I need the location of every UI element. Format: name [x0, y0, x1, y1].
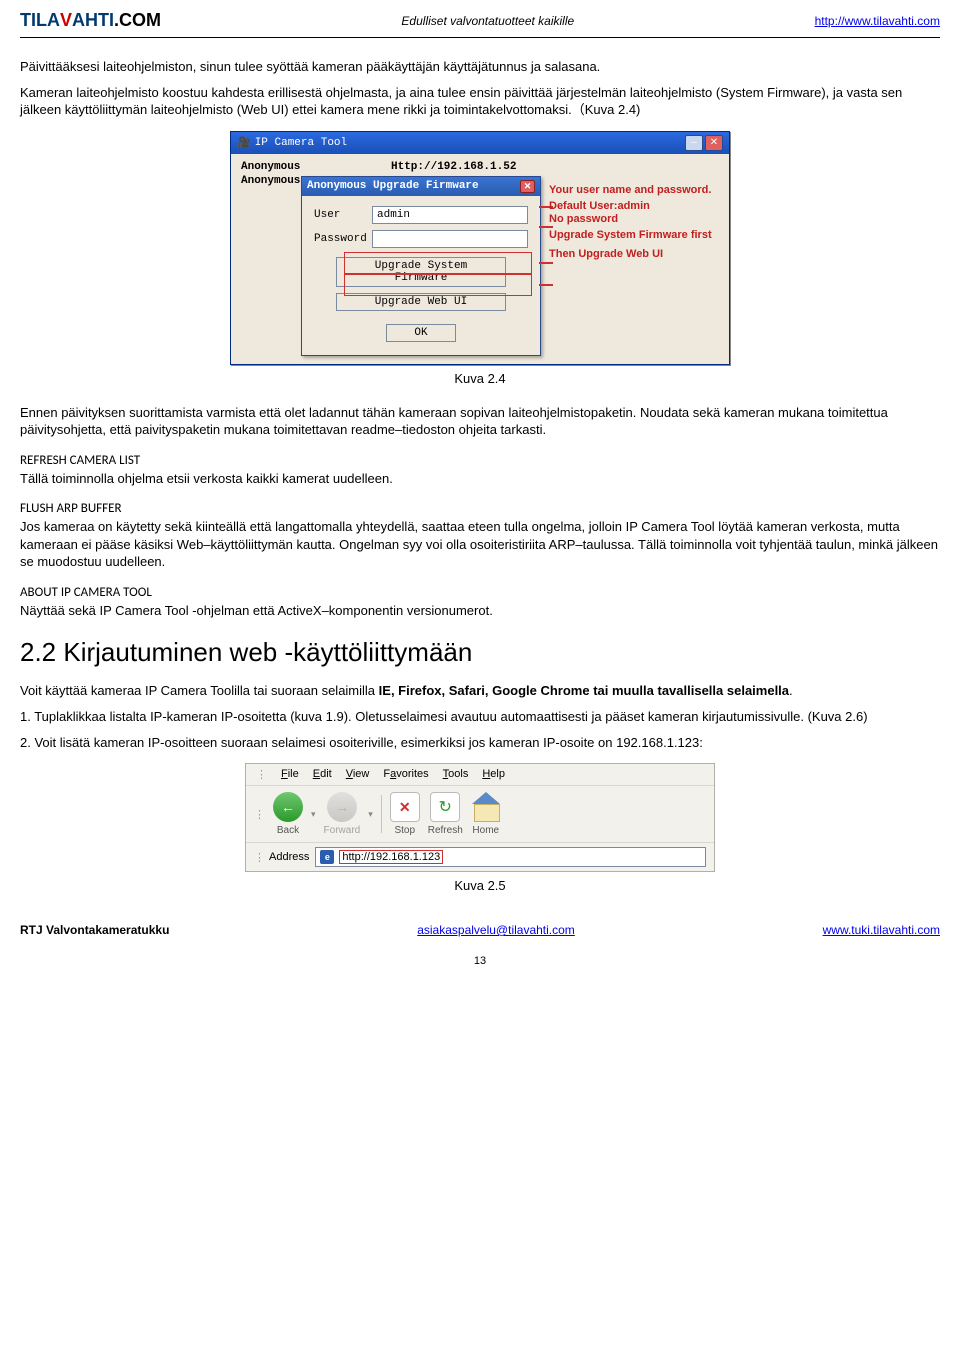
annot-line: No password	[549, 213, 721, 226]
footer-email-link[interactable]: asiakaspalvelu@tilavahti.com	[417, 923, 575, 937]
window-title: IP Camera Tool	[255, 137, 347, 149]
dialog-title: Anonymous Upgrade Firmware	[307, 180, 479, 192]
logo-text-rest: AHTI	[72, 10, 114, 31]
address-label: Address	[269, 851, 309, 863]
forward-icon: →	[327, 792, 357, 822]
annot-line: Then Upgrade Web UI	[549, 248, 721, 261]
camera-url: Http://192.168.1.52	[391, 161, 516, 173]
home-button[interactable]: Home	[471, 792, 501, 836]
home-icon	[471, 792, 501, 822]
chevron-down-icon[interactable]: ▾	[311, 809, 316, 820]
menu-edit[interactable]: Edit	[313, 768, 332, 781]
section-title-about: ABOUT IP CAMERA TOOL	[20, 585, 940, 600]
toolbar-grip-icon: ⋮	[254, 808, 265, 821]
address-bar-row: ⋮ Address e http://192.168.1.123	[246, 843, 714, 871]
camera-name: Anonymous	[241, 161, 361, 173]
callout-line	[539, 262, 553, 264]
ok-button[interactable]: OK	[386, 324, 456, 342]
section-title-flush: FLUSH ARP BUFFER	[20, 501, 940, 516]
para-4a: Voit käyttää kameraa IP Camera Toolilla …	[20, 683, 379, 698]
menu-favorites[interactable]: Favorites	[383, 768, 428, 781]
password-label: Password	[314, 233, 372, 245]
para-6: 2. Voit lisätä kameran IP-osoitteen suor…	[20, 734, 940, 752]
back-icon: ←	[273, 792, 303, 822]
dialog-titlebar: Anonymous Upgrade Firmware ✕	[302, 177, 540, 196]
section-body-about: Näyttää sekä IP Camera Tool -ohjelman et…	[20, 602, 940, 620]
logo-text-main: TILA	[20, 10, 60, 31]
callout-box	[344, 274, 532, 296]
stop-button[interactable]: ✕ Stop	[390, 792, 420, 836]
para-1: Päivittääksesi laiteohjelmiston, sinun t…	[20, 58, 940, 76]
para-4b: IE, Firefox, Safari, Google Chrome tai m…	[379, 683, 789, 698]
window-body: Anonymous Http://192.168.1.52 Anonymous …	[231, 154, 729, 364]
logo-text-accent: V	[60, 10, 72, 31]
ip-camera-tool-window: 🎥 IP Camera Tool – ✕ Anonymous Http://19…	[230, 131, 730, 365]
section-title-refresh: REFRESH CAMERA LIST	[20, 453, 940, 468]
browser-toolbar: ⋮ File Edit View Favorites Tools Help ⋮ …	[245, 763, 715, 872]
refresh-button[interactable]: ↻ Refresh	[428, 792, 463, 836]
annot-line: Upgrade System Firmware first	[549, 229, 721, 242]
user-label: User	[314, 209, 372, 221]
annotation-text: Your user name and password. Default Use…	[549, 184, 721, 262]
user-input[interactable]	[372, 206, 528, 224]
logo-text-suffix: .COM	[114, 10, 161, 31]
content: Päivittääksesi laiteohjelmiston, sinun t…	[20, 58, 940, 893]
figure-caption: Kuva 2.4	[20, 371, 940, 386]
address-grip-icon: ⋮	[254, 851, 263, 864]
menu-tools[interactable]: Tools	[443, 768, 469, 781]
chevron-down-icon[interactable]: ▾	[368, 809, 373, 820]
figure-caption: Kuva 2.5	[20, 878, 940, 893]
password-input[interactable]	[372, 230, 528, 248]
tool-bar: ⋮ ← Back ▾ → Forward ▾ ✕ Stop ↻	[246, 786, 714, 843]
callout-box	[344, 252, 532, 274]
app-icon: 🎥	[237, 136, 251, 150]
callout-line	[539, 284, 553, 286]
close-button[interactable]: ✕	[705, 135, 723, 151]
camera-list-row[interactable]: Anonymous Http://192.168.1.52	[235, 160, 725, 174]
window-titlebar: 🎥 IP Camera Tool – ✕	[231, 132, 729, 154]
header-tagline: Edulliset valvontatuotteet kaikille	[401, 14, 574, 28]
ie-icon: e	[320, 850, 334, 864]
section-body-refresh: Tällä toiminnolla ohjelma etsii verkosta…	[20, 470, 940, 488]
figure-2-4: 🎥 IP Camera Tool – ✕ Anonymous Http://19…	[20, 131, 940, 386]
menu-view[interactable]: View	[346, 768, 370, 781]
address-input[interactable]: e http://192.168.1.123	[315, 847, 706, 867]
logo: TILAVAHTI.COM	[20, 10, 161, 31]
para-2: Kameran laiteohjelmisto koostuu kahdesta…	[20, 84, 940, 119]
page-header: TILAVAHTI.COM Edulliset valvontatuotteet…	[20, 0, 940, 38]
footer-support-link[interactable]: www.tuki.tilavahti.com	[823, 923, 940, 937]
menu-grip-icon: ⋮	[256, 768, 267, 781]
menu-file[interactable]: File	[281, 768, 299, 781]
address-value: http://192.168.1.123	[339, 850, 443, 864]
forward-button[interactable]: → Forward	[324, 792, 361, 836]
annot-line: Default User:admin	[549, 200, 721, 213]
para-5: 1. Tuplaklikkaa listalta IP-kameran IP-o…	[20, 708, 940, 726]
page-footer: RTJ Valvontakameratukku asiakaspalvelu@t…	[20, 923, 940, 937]
stop-icon: ✕	[390, 792, 420, 822]
separator	[381, 795, 382, 833]
menu-bar: ⋮ File Edit View Favorites Tools Help	[246, 764, 714, 786]
para-3: Ennen päivityksen suorittamista varmista…	[20, 404, 940, 439]
para-4: Voit käyttää kameraa IP Camera Toolilla …	[20, 682, 940, 700]
page-number: 13	[20, 955, 940, 977]
header-url-link[interactable]: http://www.tilavahti.com	[815, 14, 940, 28]
heading-2-2: 2.2 Kirjautuminen web -käyttöliittymään	[20, 637, 940, 668]
para-4c: .	[789, 683, 793, 698]
section-body-flush: Jos kameraa on käytetty sekä kiinteällä …	[20, 518, 940, 571]
back-button[interactable]: ← Back	[273, 792, 303, 836]
close-icon[interactable]: ✕	[520, 180, 535, 193]
annot-line: Your user name and password.	[549, 184, 721, 197]
footer-left: RTJ Valvontakameratukku	[20, 923, 169, 937]
minimize-button[interactable]: –	[685, 135, 703, 151]
refresh-icon: ↻	[430, 792, 460, 822]
figure-2-5: ⋮ File Edit View Favorites Tools Help ⋮ …	[20, 763, 940, 893]
menu-help[interactable]: Help	[482, 768, 505, 781]
